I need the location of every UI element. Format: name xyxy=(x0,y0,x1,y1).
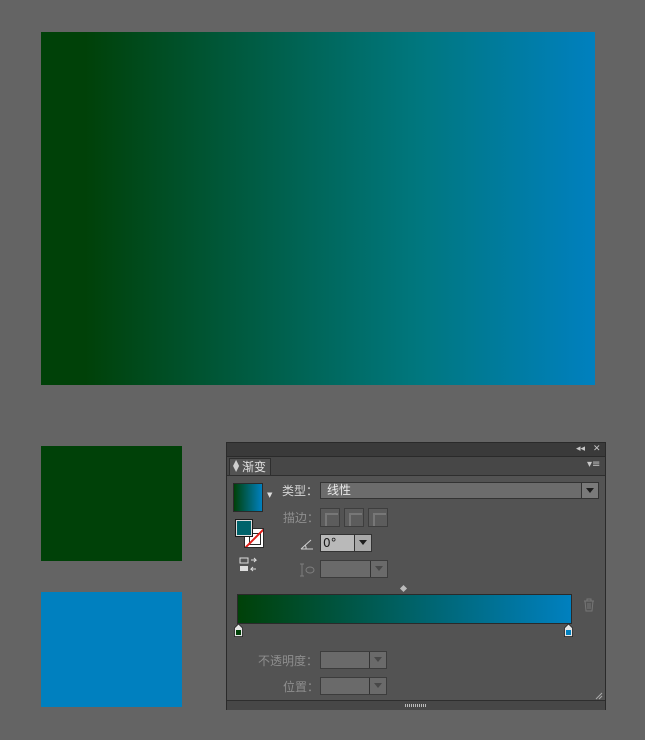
chevron-down-icon[interactable] xyxy=(370,561,387,577)
chevron-down-icon[interactable] xyxy=(354,535,371,551)
type-value: 线性 xyxy=(327,483,352,497)
gradient-slider[interactable] xyxy=(237,594,572,624)
resize-grip-icon[interactable] xyxy=(593,690,603,700)
panel-menu-icon[interactable]: ▾≡ xyxy=(587,459,600,471)
angle-icon xyxy=(300,539,313,550)
tab-gradient[interactable]: ▲ ▼ 渐变 xyxy=(229,458,271,475)
type-label: 类型： xyxy=(282,484,319,498)
gradient-rectangle[interactable] xyxy=(41,32,595,385)
tab-label: 渐变 xyxy=(242,460,267,474)
gradient-midpoint-handle[interactable] xyxy=(399,584,408,593)
tab-expand-icon[interactable]: ▲ ▼ xyxy=(233,459,239,473)
chevron-down-icon[interactable] xyxy=(369,678,386,694)
collapse-icon[interactable]: ◂◂ xyxy=(576,443,585,456)
gradient-stop-left[interactable] xyxy=(234,624,243,637)
stroke-within-button[interactable] xyxy=(320,508,340,527)
panel-footer xyxy=(227,700,605,710)
gradient-type-select[interactable]: 线性 xyxy=(320,482,599,499)
stroke-along-button[interactable] xyxy=(344,508,364,527)
aspect-ratio-icon xyxy=(300,563,315,577)
reverse-gradient-icon[interactable] xyxy=(239,557,259,573)
chevron-down-icon[interactable] xyxy=(369,652,386,668)
gradient-panel: ◂◂ ✕ ▲ ▼ 渐变 ▾≡ ▼ 类型： 线性 描边： 0° 不透明度： 位置： xyxy=(226,442,606,710)
fill-swatch[interactable] xyxy=(235,519,253,537)
panel-titlebar[interactable]: ◂◂ ✕ xyxy=(227,443,605,457)
angle-value: 0° xyxy=(323,536,337,550)
close-icon[interactable]: ✕ xyxy=(593,443,601,456)
chevron-down-icon[interactable] xyxy=(581,483,598,498)
stroke-across-button[interactable] xyxy=(368,508,388,527)
location-field[interactable] xyxy=(320,677,387,695)
preview-dropdown-icon[interactable]: ▼ xyxy=(267,491,272,499)
stroke-label: 描边： xyxy=(283,511,320,525)
gradient-preview-swatch[interactable] xyxy=(233,483,263,512)
location-label: 位置： xyxy=(283,680,320,694)
opacity-field[interactable] xyxy=(320,651,387,669)
green-rectangle[interactable] xyxy=(41,446,182,561)
blue-rectangle[interactable] xyxy=(41,592,182,707)
trash-icon[interactable] xyxy=(583,598,595,612)
footer-grip-icon[interactable] xyxy=(405,704,427,707)
panel-tab-strip: ▲ ▼ 渐变 ▾≡ xyxy=(227,457,605,476)
gradient-stop-right[interactable] xyxy=(564,624,573,637)
opacity-label: 不透明度： xyxy=(258,654,319,668)
aspect-ratio-field[interactable] xyxy=(320,560,388,578)
angle-field[interactable]: 0° xyxy=(320,534,372,552)
